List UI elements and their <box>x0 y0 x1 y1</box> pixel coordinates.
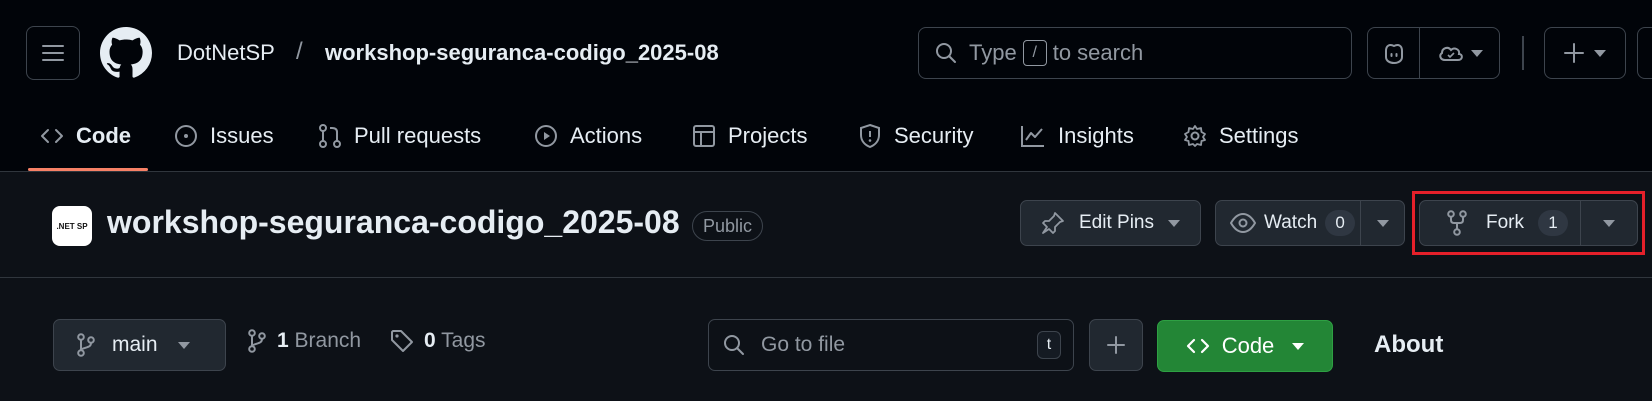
edit-pins-label: Edit Pins <box>1079 212 1154 233</box>
watch-button[interactable]: Watch 0 <box>1215 200 1405 246</box>
branch-count: 1 <box>277 329 289 352</box>
avatar-logo-text: .NET SP <box>56 221 88 231</box>
chevron-down-icon <box>1594 49 1606 57</box>
repo-title[interactable]: workshop-seguranca-codigo_2025-08 <box>107 204 680 241</box>
issue-opened-icon <box>175 125 197 147</box>
tab-code[interactable]: Code <box>40 100 131 172</box>
add-file-button[interactable] <box>1089 319 1143 371</box>
global-search-input[interactable]: Type / to search <box>918 27 1352 79</box>
breadcrumb-separator: / <box>296 38 303 65</box>
watch-count: 0 <box>1325 210 1356 236</box>
github-logo-icon[interactable] <box>100 27 152 79</box>
shield-icon <box>860 123 880 149</box>
tab-label: Code <box>76 123 131 148</box>
git-branch-icon <box>77 333 95 357</box>
repo-header: .NET SP workshop-seguranca-codigo_2025-0… <box>0 172 1652 278</box>
tab-label: Actions <box>570 123 643 148</box>
graph-icon <box>1021 126 1044 147</box>
play-icon <box>535 125 557 147</box>
issues-shortcut-button[interactable] <box>1637 27 1652 79</box>
tab-insights[interactable]: Insights <box>1020 100 1134 172</box>
search-icon <box>724 335 744 355</box>
hamburger-icon <box>42 45 64 61</box>
tab-label: Insights <box>1058 123 1134 148</box>
active-tab-indicator <box>28 168 148 171</box>
tab-settings[interactable]: Settings <box>1183 100 1299 172</box>
codespaces-dropdown-button[interactable] <box>1420 28 1499 78</box>
tab-label: Pull requests <box>354 123 482 148</box>
search-suffix: to search <box>1052 40 1144 65</box>
branches-link[interactable]: 1 Branch <box>247 329 361 353</box>
tab-projects[interactable]: Projects <box>692 100 807 172</box>
git-pull-request-icon <box>319 124 341 148</box>
table-icon <box>693 125 715 147</box>
breadcrumb-owner[interactable]: DotNetSP <box>177 40 275 66</box>
code-button-label: Code <box>1221 333 1275 358</box>
watch-dropdown[interactable] <box>1361 219 1404 227</box>
tab-label: Projects <box>728 123 808 148</box>
gear-icon <box>1184 125 1206 147</box>
tab-label: Security <box>894 123 974 148</box>
menu-button[interactable] <box>26 26 80 80</box>
code-icon <box>41 129 63 143</box>
tab-pull-requests[interactable]: Pull requests <box>318 100 481 172</box>
tab-issues[interactable]: Issues <box>174 100 274 172</box>
go-to-file-placeholder: Go to file <box>761 333 846 356</box>
repo-owner-avatar[interactable]: .NET SP <box>52 206 92 246</box>
edit-pins-button[interactable]: Edit Pins <box>1020 200 1201 246</box>
chevron-down-icon <box>1167 219 1180 227</box>
branch-name: main <box>112 333 158 356</box>
repo-toolbar: main 1 Branch 0 Tags Go to file t Code A… <box>0 279 1652 401</box>
git-branch-icon <box>248 329 266 353</box>
search-prefix: Type <box>969 40 1017 65</box>
branch-selector[interactable]: main <box>53 319 226 371</box>
code-icon <box>1186 338 1209 354</box>
create-new-button[interactable] <box>1544 27 1626 79</box>
search-shortcut-key: / <box>1022 40 1047 66</box>
pin-icon <box>1042 212 1064 234</box>
tag-count: 0 <box>424 329 436 352</box>
watch-label: Watch <box>1264 212 1318 233</box>
branch-count-label: Branch <box>294 329 362 352</box>
tag-count-label: Tags <box>441 329 486 352</box>
copilot-button[interactable] <box>1368 28 1420 78</box>
tab-security[interactable]: Security <box>858 100 973 172</box>
about-heading: About <box>1374 331 1444 358</box>
plus-icon <box>1564 43 1584 63</box>
visibility-badge: Public <box>692 211 764 241</box>
copilot-button-group <box>1367 27 1500 79</box>
chevron-down-icon <box>177 341 190 349</box>
plus-icon <box>1107 336 1125 354</box>
copilot-icon <box>1384 44 1403 64</box>
repo-nav-tabs: Code Issues Pull requests Actions Projec… <box>0 100 1652 172</box>
search-icon <box>936 43 956 63</box>
highlight-annotation-box <box>1412 191 1645 255</box>
code-button[interactable]: Code <box>1157 320 1333 372</box>
watch-main[interactable]: Watch 0 <box>1216 201 1361 245</box>
go-to-file-input[interactable]: Go to file t <box>708 319 1074 371</box>
tags-link[interactable]: 0 Tags <box>390 329 486 353</box>
tag-icon <box>391 330 413 352</box>
tab-actions[interactable]: Actions <box>534 100 642 172</box>
eye-icon <box>1230 213 1256 233</box>
cloud-icon <box>1438 46 1463 61</box>
app-header: DotNetSP / workshop-seguranca-codigo_202… <box>0 0 1652 172</box>
tab-label: Settings <box>1219 123 1299 148</box>
chevron-down-icon <box>1470 49 1483 57</box>
top-bar: DotNetSP / workshop-seguranca-codigo_202… <box>0 0 1652 100</box>
tab-label: Issues <box>210 123 274 148</box>
go-to-file-shortcut-key: t <box>1037 331 1061 359</box>
chevron-down-icon <box>1376 219 1389 227</box>
chevron-down-icon <box>1292 342 1305 350</box>
toolbar-divider <box>1522 36 1524 70</box>
breadcrumb-repo[interactable]: workshop-seguranca-codigo_2025-08 <box>325 40 719 66</box>
